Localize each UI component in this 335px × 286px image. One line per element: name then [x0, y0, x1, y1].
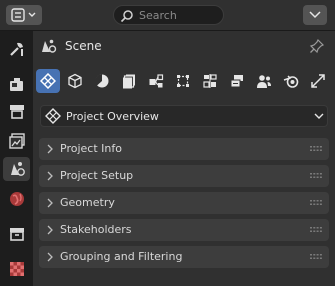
panel-label: Project Info	[60, 142, 122, 155]
panel-project-info[interactable]: Project Info	[39, 138, 329, 160]
tab-blender[interactable]	[279, 69, 303, 93]
drag-handle-icon[interactable]	[310, 200, 322, 206]
panel-geometry[interactable]: Geometry	[39, 192, 329, 214]
tool-icon	[10, 42, 23, 56]
bim-object-icon	[68, 73, 82, 89]
search-icon	[120, 10, 133, 23]
output-tab[interactable]	[3, 99, 30, 123]
tab-drawings[interactable]	[117, 69, 141, 93]
tab-geometry[interactable]	[90, 69, 114, 93]
render-icon	[10, 78, 23, 91]
options-dropdown-button[interactable]	[303, 5, 327, 25]
tab-project-overview[interactable]	[36, 69, 60, 93]
tab-services[interactable]	[144, 69, 168, 93]
texture-icon	[10, 262, 24, 276]
collection-tab[interactable]	[3, 222, 30, 246]
world-tab[interactable]	[3, 187, 30, 211]
world-icon	[10, 192, 24, 206]
chevron-down-icon	[309, 11, 321, 19]
chevron-right-icon	[47, 252, 53, 262]
chevron-right-icon	[47, 144, 53, 154]
tab-object[interactable]	[63, 69, 87, 93]
collection-icon	[10, 228, 24, 241]
bim-services-icon	[149, 74, 164, 88]
scene-icon	[42, 39, 57, 53]
panel-label: Project Setup	[60, 169, 134, 182]
texture-tab[interactable]	[3, 257, 30, 281]
properties-editor-icon	[11, 8, 36, 22]
drag-handle-icon[interactable]	[310, 254, 322, 260]
editor-header: Search	[0, 0, 335, 31]
tab-stakeholders[interactable]	[252, 69, 276, 93]
chevron-right-icon	[47, 225, 53, 235]
bim-tab-bar	[33, 69, 335, 95]
view-layer-icon	[9, 133, 25, 149]
pin-icon[interactable]	[309, 38, 325, 54]
editor-type-button[interactable]	[6, 5, 42, 25]
bim-quality-icon	[230, 75, 243, 88]
search-placeholder: Search	[139, 9, 177, 22]
dropdown-value: Project Overview	[66, 110, 159, 123]
tab-other[interactable]	[306, 69, 330, 93]
bim-blender-icon	[283, 75, 299, 88]
scene-icon	[11, 162, 25, 176]
bim-drawings-icon	[123, 74, 135, 89]
project-overview-dropdown[interactable]: Project Overview	[40, 105, 328, 127]
panel-label: Stakeholders	[60, 223, 132, 236]
view-layer-tab[interactable]	[3, 129, 30, 153]
bim-structural-icon	[177, 75, 189, 87]
chevron-right-icon	[47, 171, 53, 181]
panel-label: Grouping and Filtering	[60, 250, 183, 263]
tool-tab[interactable]	[3, 37, 30, 61]
panel-grouping-and-filtering[interactable]: Grouping and Filtering	[39, 246, 329, 268]
tab-quality[interactable]	[225, 69, 249, 93]
scene-tab[interactable]	[3, 157, 30, 181]
chevron-down-icon	[314, 113, 324, 119]
render-tab[interactable]	[3, 73, 30, 97]
tab-structural[interactable]	[171, 69, 195, 93]
tab-facility[interactable]	[198, 69, 222, 93]
drag-handle-icon[interactable]	[310, 146, 322, 152]
panel-label: Geometry	[60, 196, 115, 209]
output-icon	[10, 105, 24, 119]
panel-project-setup[interactable]: Project Setup	[39, 165, 329, 187]
context-label: Scene	[65, 39, 102, 53]
bim-project-icon	[40, 73, 56, 89]
properties-tab-sidebar	[0, 31, 33, 286]
bim-geometry-icon	[95, 74, 109, 88]
properties-main-area: Scene Project Overview Project Info Proj…	[33, 31, 335, 286]
chevron-right-icon	[47, 198, 53, 208]
bim-project-icon	[45, 108, 61, 124]
context-breadcrumb: Scene	[33, 31, 335, 61]
search-field[interactable]: Search	[113, 5, 224, 25]
bim-facility-icon	[203, 74, 217, 88]
drag-handle-icon[interactable]	[310, 173, 322, 179]
drag-handle-icon[interactable]	[310, 227, 322, 233]
bim-stakeholders-icon	[257, 75, 271, 88]
bim-other-icon	[311, 74, 325, 88]
panel-stakeholders[interactable]: Stakeholders	[39, 219, 329, 241]
